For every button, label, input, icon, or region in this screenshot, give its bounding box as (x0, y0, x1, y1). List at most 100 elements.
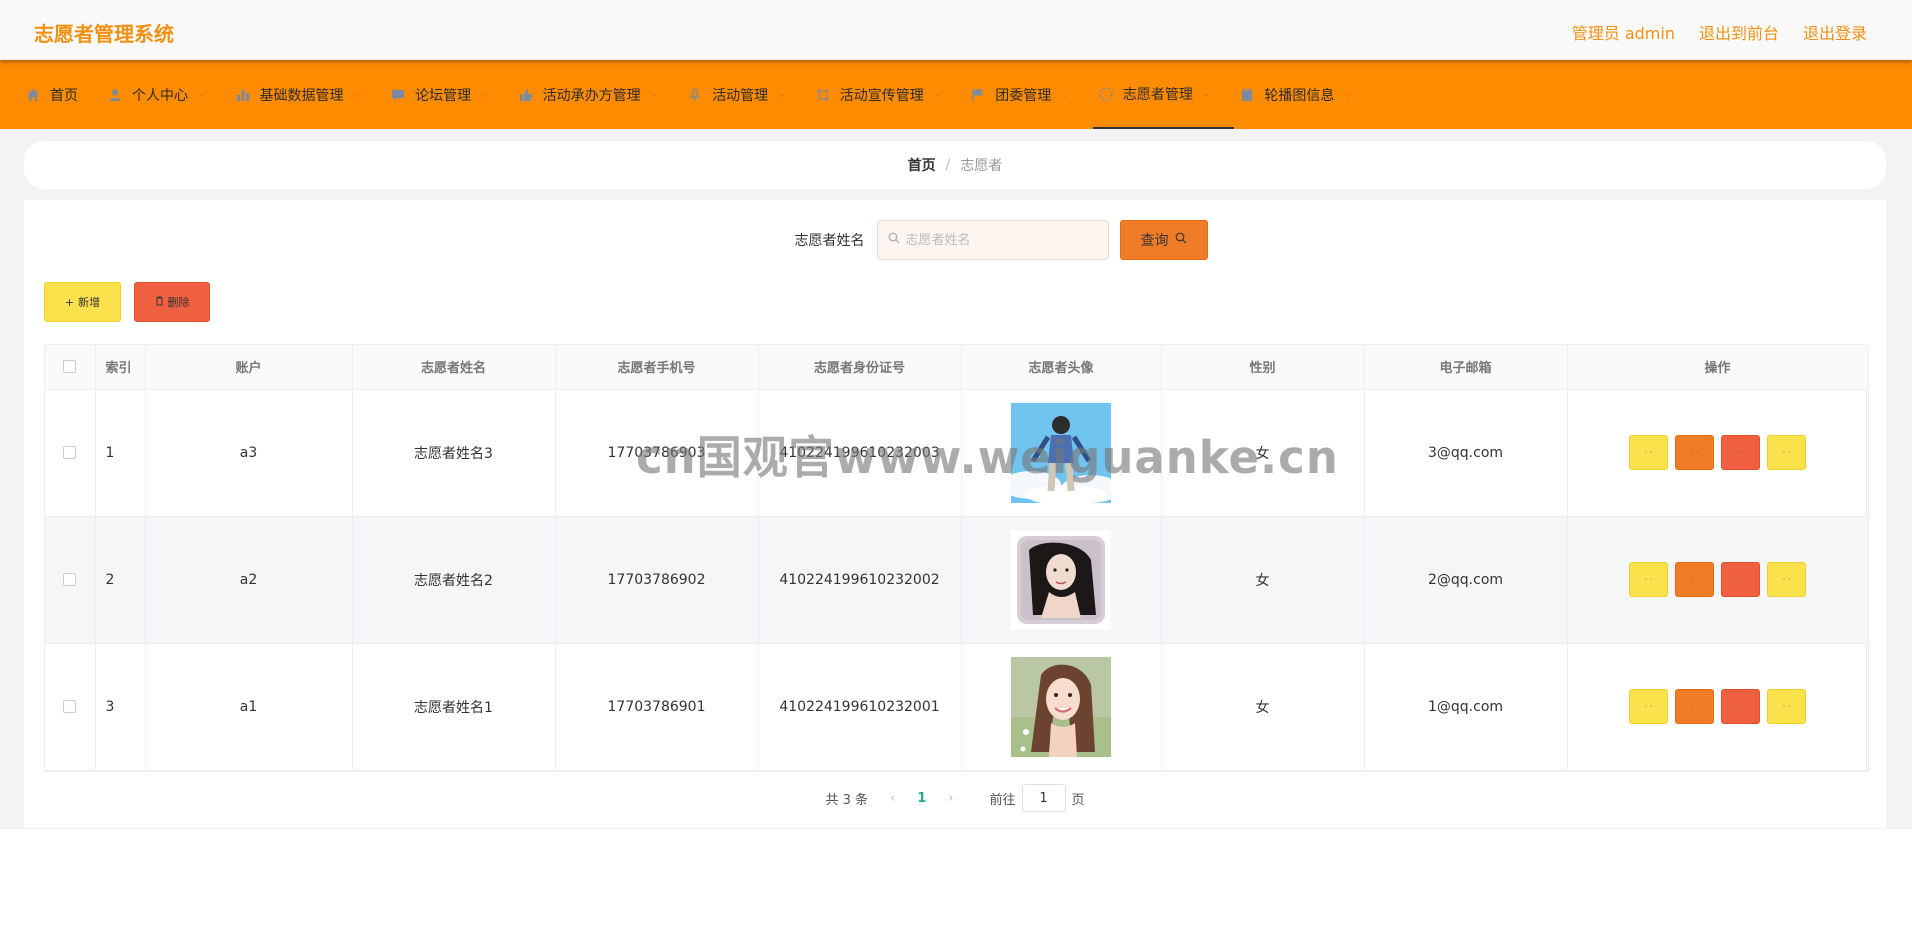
cell-email: 2@qq.com (1364, 516, 1568, 644)
microphone-icon (686, 86, 704, 104)
nav-item-basic-data[interactable]: 基础数据管理 ⌄ (230, 60, 386, 129)
column-header: 电子邮箱 (1364, 345, 1568, 390)
nav-label: 轮播图信息 (1264, 87, 1335, 104)
admin-label[interactable]: 管理员 admin (1572, 20, 1675, 44)
view-button[interactable]: · · (1629, 562, 1668, 597)
delete-row-button[interactable]: · · (1721, 689, 1760, 724)
nav-label: 活动承办方管理 (542, 87, 641, 104)
row-checkbox[interactable] (63, 700, 77, 713)
column-header: 志愿者姓名 (352, 345, 556, 390)
row-checkbox[interactable] (63, 573, 77, 586)
cell-name: 志愿者姓名1 (352, 643, 556, 771)
avatar-girl-field[interactable] (1011, 656, 1111, 757)
add-button[interactable]: + 新增 (44, 282, 121, 322)
cell-avatar (961, 516, 1162, 644)
cell-gender: 女 (1161, 389, 1365, 517)
column-header: 性别 (1161, 345, 1365, 390)
row-checkbox[interactable] (63, 446, 77, 459)
nav-item-forum[interactable]: 论坛管理 ⌄ (385, 60, 513, 129)
bar-chart-icon (234, 86, 252, 104)
logout-link[interactable]: 退出登录 (1803, 20, 1867, 44)
avatar-boy-sky[interactable] (1011, 402, 1111, 503)
nav-item-carousel[interactable]: 轮播图信息 ⌄ (1234, 60, 1376, 129)
nav-item-personal[interactable]: 个人中心 ⌄ (102, 60, 230, 129)
home-icon (24, 86, 42, 104)
crop-icon (814, 86, 832, 104)
edit-button[interactable]: · · (1675, 435, 1714, 470)
search-input[interactable] (905, 232, 1096, 248)
delete-row-button[interactable]: · · (1721, 435, 1760, 470)
nav-label: 基础数据管理 (259, 87, 344, 104)
nav-label: 个人中心 (132, 87, 188, 104)
cell-name: 志愿者姓名3 (352, 389, 556, 517)
add-button-label: 新增 (78, 296, 101, 309)
column-header: 志愿者手机号 (555, 345, 759, 390)
table-row: 1 a3 志愿者姓名3 17703786903 4102241996102320… (45, 389, 1869, 517)
nav-item-volunteer[interactable]: 志愿者管理 ⌄ (1092, 60, 1235, 129)
select-all-cell[interactable] (45, 345, 96, 390)
to-front-link[interactable]: 退出到前台 (1699, 20, 1779, 44)
cell-phone: 17703786902 (555, 516, 759, 644)
breadcrumb-current: 志愿者 (960, 158, 1003, 174)
edit-button[interactable]: · · (1675, 562, 1714, 597)
nav-label: 活动管理 (712, 87, 769, 104)
nav-item-promotion[interactable]: 活动宣传管理 ⌄ (810, 60, 966, 129)
nav-item-activity[interactable]: 活动管理 ⌄ (682, 60, 810, 129)
nav-label: 活动宣传管理 (839, 87, 924, 104)
cell-account: a1 (145, 643, 353, 771)
row-checkbox-cell[interactable] (45, 516, 96, 644)
main-nav: 首页 个人中心 ⌄ 基础数据管理 ⌄ 论坛管理 ⌄ 活动承办方管理 ⌄ 活动管理… (0, 60, 1912, 129)
cell-gender: 女 (1161, 516, 1365, 644)
cell-index: 3 (95, 643, 146, 771)
search-label: 志愿者姓名 (794, 233, 865, 249)
clipboard-icon (1238, 86, 1256, 104)
chevron-down-icon: ⌄ (650, 89, 659, 100)
search-field[interactable] (876, 220, 1109, 260)
row-checkbox-cell[interactable] (45, 389, 96, 517)
nav-item-youth-league[interactable]: 团委管理 ⌄ (965, 60, 1093, 129)
table-header-row: 索引 账户 志愿者姓名 志愿者手机号 志愿者身份证号 志愿者头像 性别 电子邮箱… (45, 345, 1869, 390)
more-button[interactable]: · · (1767, 562, 1806, 597)
more-button[interactable]: · · (1767, 689, 1806, 724)
next-page-icon[interactable]: › (948, 791, 953, 806)
prev-page-icon[interactable]: ‹ (890, 791, 895, 806)
search-button-label: 查询 (1140, 233, 1169, 249)
table-row: 3 a1 志愿者姓名1 17703786901 4102241996102320… (45, 643, 1869, 771)
loading-icon (1097, 85, 1115, 103)
column-header: 志愿者头像 (961, 345, 1162, 390)
nav-item-organizer[interactable]: 活动承办方管理 ⌄ (513, 60, 683, 129)
view-button[interactable]: · · (1629, 689, 1668, 724)
more-button[interactable]: · · (1767, 435, 1806, 470)
cell-phone: 17703786901 (555, 643, 759, 771)
column-header: 志愿者身份证号 (758, 345, 962, 390)
edit-button[interactable]: · · (1675, 689, 1714, 724)
cell-avatar (961, 389, 1162, 517)
chevron-down-icon: ⌄ (933, 89, 942, 100)
cell-name: 志愿者姓名2 (352, 516, 556, 644)
trash-icon (155, 296, 164, 309)
cell-account: a3 (145, 389, 353, 517)
flag-icon (969, 86, 987, 104)
chevron-down-icon: ⌄ (198, 89, 206, 100)
nav-label: 团委管理 (995, 87, 1052, 104)
breadcrumb-home[interactable]: 首页 (908, 155, 936, 175)
row-checkbox-cell[interactable] (45, 643, 96, 771)
cell-index: 1 (95, 389, 146, 517)
select-all-checkbox[interactable] (63, 360, 77, 374)
avatar-woman-pillow[interactable] (1011, 529, 1111, 630)
page-number[interactable]: 1 (917, 791, 926, 806)
search-icon (1175, 232, 1187, 248)
cell-actions: · · · · · · · · (1567, 389, 1869, 517)
cell-actions: · · · · · · · · (1567, 643, 1869, 771)
nav-label: 论坛管理 (415, 87, 472, 104)
search-button[interactable]: 查询 (1119, 220, 1208, 260)
cell-email: 3@qq.com (1364, 389, 1568, 517)
goto-page-input[interactable] (1021, 784, 1066, 812)
main-panel: 志愿者姓名 查询 + 新增 删除 索引 (24, 200, 1886, 828)
top-bar: 志愿者管理系统 管理员 admin 退出到前台 退出登录 (0, 0, 1912, 60)
delete-row-button[interactable]: · · (1721, 562, 1760, 597)
view-button[interactable]: · · (1629, 435, 1668, 470)
cell-avatar (961, 643, 1162, 771)
nav-item-home[interactable]: 首页 (20, 60, 102, 129)
delete-button[interactable]: 删除 (134, 282, 210, 322)
